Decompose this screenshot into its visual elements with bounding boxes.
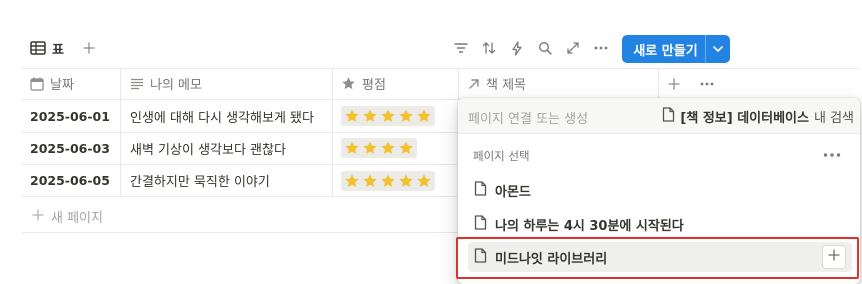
add-view-button[interactable] (80, 39, 98, 57)
star-icon (363, 141, 377, 154)
column-divider (658, 68, 659, 99)
star-icon (363, 174, 377, 187)
page-option-label: 미드나잇 라이브러리 (495, 251, 608, 267)
lightning-icon[interactable] (507, 38, 527, 58)
add-property-button[interactable] (668, 68, 680, 99)
column-divider (458, 68, 459, 99)
page-icon (662, 107, 675, 126)
new-page-label: 새 페이지 (51, 211, 103, 226)
page-icon (474, 180, 487, 200)
page-option[interactable]: 미드나잇 라이브러리 (468, 242, 852, 272)
more-icon[interactable] (591, 38, 611, 58)
date-cell[interactable]: 2025-06-03 (30, 132, 110, 164)
star-icon (345, 141, 359, 154)
source-database-name: [책 정보] 데이터베이스 (680, 111, 809, 126)
page-icon (474, 214, 487, 234)
plus-icon (668, 78, 680, 90)
more-icon (700, 82, 714, 86)
search-icon[interactable] (535, 38, 555, 58)
star-icon (399, 174, 413, 187)
star-icon (381, 141, 395, 154)
rating-cell[interactable] (341, 171, 435, 191)
row-divider (22, 196, 458, 197)
filter-icon[interactable] (451, 38, 471, 58)
page-option[interactable]: 아몬드 (468, 175, 852, 205)
relation-search-input[interactable]: 페이지 연결 또는 생성 [책 정보] 데이터베이스 내 검색 (458, 98, 860, 134)
table-bottom-border (22, 232, 458, 233)
new-page-button[interactable]: 새 페이지 (32, 207, 103, 226)
search-source[interactable]: [책 정보] 데이터베이스 내 검색 (662, 107, 854, 126)
memo-cell[interactable]: 인생에 대해 다시 생각해보게 됐다 (130, 100, 314, 132)
more-icon[interactable] (822, 148, 842, 162)
column-header-label: 책 제목 (486, 78, 527, 93)
star-icon (399, 141, 413, 154)
memo-cell[interactable]: 간결하지만 묵직한 이야기 (130, 164, 270, 196)
star-icon (417, 174, 431, 187)
star-icon (381, 109, 395, 122)
relation-arrow-icon (468, 78, 480, 90)
expand-icon[interactable] (563, 38, 583, 58)
chevron-down-icon[interactable] (706, 35, 730, 63)
section-title: 페이지 선택 (473, 149, 530, 163)
memo-cell[interactable]: 새벽 기상이 생각보다 괜찮다 (130, 132, 286, 164)
page-option-label: 나의 하루는 4시 30분에 시작된다 (495, 218, 684, 234)
column-more-button[interactable] (700, 68, 714, 99)
view-tab-table[interactable]: 표 (30, 38, 64, 58)
column-divider (120, 68, 121, 196)
plus-icon (32, 209, 44, 225)
search-placeholder: 페이지 연결 또는 생성 (468, 112, 589, 127)
column-header-memo[interactable]: 나의 메모 (130, 68, 202, 99)
relation-popup: 페이지 연결 또는 생성 [책 정보] 데이터베이스 내 검색 페이지 선택 아… (458, 98, 860, 284)
page-icon (474, 247, 487, 267)
column-header-date[interactable]: 날짜 (30, 68, 74, 99)
rating-cell[interactable] (341, 138, 417, 158)
date-cell[interactable]: 2025-06-01 (30, 100, 110, 132)
add-relation-button[interactable] (822, 245, 846, 269)
column-header-book-title[interactable]: 책 제목 (468, 68, 526, 99)
star-icon (381, 174, 395, 187)
calendar-icon (30, 77, 44, 91)
plus-icon (83, 39, 95, 58)
star-icon (345, 174, 359, 187)
new-button[interactable]: 새로 만들기 (622, 35, 730, 63)
star-icon (399, 109, 413, 122)
text-icon (130, 78, 144, 90)
star-icon (341, 76, 356, 91)
plus-icon (828, 249, 840, 265)
column-header-label: 평점 (362, 78, 386, 93)
star-icon (363, 109, 377, 122)
database-toolbar: 표 새로 만들기 (0, 34, 862, 63)
page-option[interactable]: 나의 하루는 4시 30분에 시작된다 (468, 209, 852, 239)
sort-icon[interactable] (479, 38, 499, 58)
column-divider (332, 68, 333, 196)
star-icon (417, 109, 431, 122)
date-cell[interactable]: 2025-06-05 (30, 164, 110, 196)
column-header-rating[interactable]: 평점 (341, 68, 386, 99)
table-icon (30, 41, 46, 55)
column-header-label: 나의 메모 (150, 78, 202, 93)
rating-cell[interactable] (341, 106, 435, 126)
source-suffix: 내 검색 (813, 111, 854, 126)
column-header-label: 날짜 (50, 78, 74, 93)
view-tab-label: 표 (52, 42, 64, 58)
new-button-label[interactable]: 새로 만들기 (622, 40, 705, 59)
star-icon (345, 109, 359, 122)
page-option-label: 아몬드 (495, 184, 531, 200)
